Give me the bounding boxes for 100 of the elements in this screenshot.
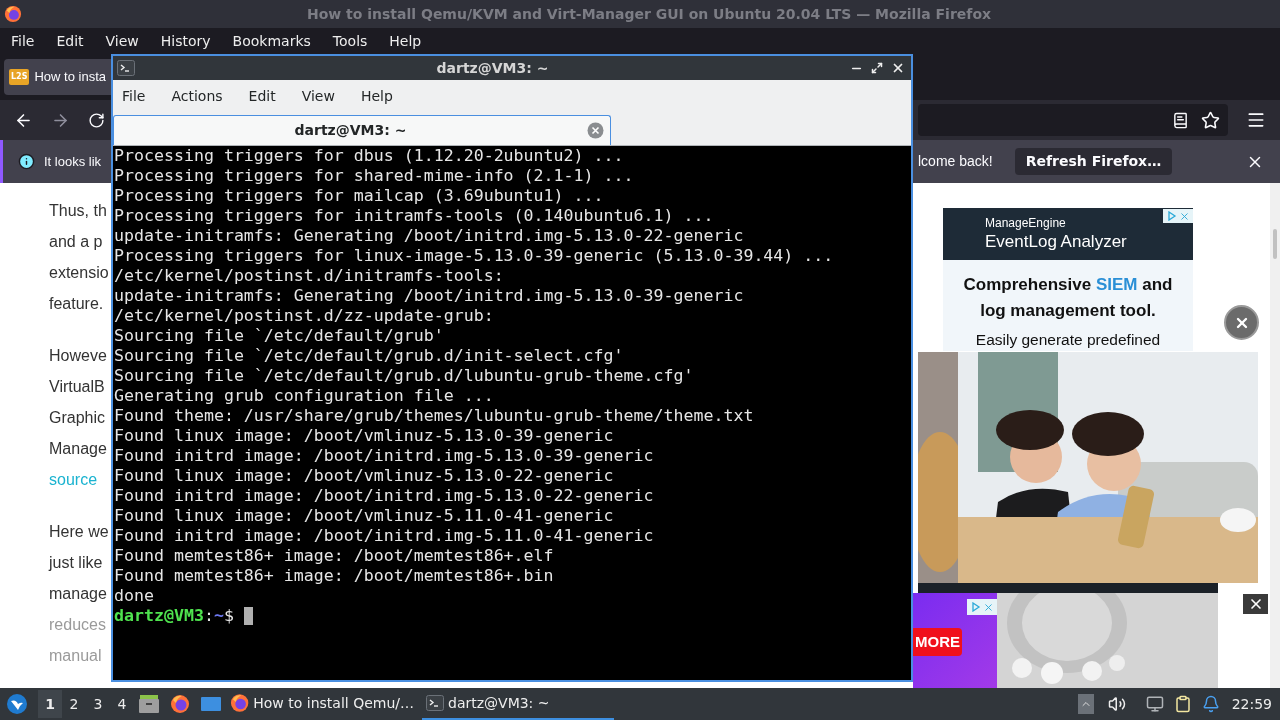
- refresh-firefox-button[interactable]: Refresh Firefox…: [1014, 148, 1173, 175]
- terminal-line: Processing triggers for dbus (1.12.20-2ubuntu2) ...: [114, 146, 625, 166]
- terminal-line: Found memtest86+ image: /boot/memtest86+.elf: [114, 546, 555, 566]
- ad-brand: ManageEngine: [985, 215, 1066, 232]
- article-text: and a p: [49, 232, 103, 252]
- reader-view-icon[interactable]: [1172, 111, 1189, 129]
- terminal-line: Found initrd image: /boot/initrd.img-5.13.0-22-generic: [114, 486, 655, 506]
- menu-item[interactable]: Bookmarks: [232, 30, 311, 52]
- start-menu-icon[interactable]: [6, 693, 28, 715]
- terminal-line: Processing triggers for initramfs-tools (0.140ubuntu6.1) ...: [114, 206, 715, 226]
- terminal-line: Processing triggers for linux-image-5.13.0-39-generic (5.13.0-39.44) ...: [114, 246, 835, 266]
- terminal-line: Processing triggers for shared-mime-info (2.1-1) ...: [114, 166, 635, 186]
- prompt-symbol: $: [223, 606, 234, 626]
- article-text: extensio: [49, 263, 109, 283]
- workspace-button[interactable]: 3: [86, 690, 110, 718]
- file-cabinet-icon[interactable]: [138, 694, 160, 714]
- terminal-line: Found memtest86+ image: /boot/memtest86+.bin: [114, 566, 555, 586]
- tray-expand-icon[interactable]: [1077, 694, 1094, 714]
- ad-product: EventLog Analyzer: [985, 232, 1127, 252]
- article-text: Graphic: [49, 408, 106, 428]
- terminal-line: Sourcing file `/etc/default/grub.d/lubuntu-grub-theme.cfg': [114, 366, 695, 386]
- terminal-icon: [117, 59, 135, 77]
- volume-icon[interactable]: [1107, 695, 1126, 713]
- article-text: Here we: [49, 522, 109, 542]
- prompt-user-host: dartz@VM3: [114, 606, 204, 626]
- clock[interactable]: 22:59: [1231, 693, 1272, 715]
- window-title: How to install Qemu/KVM and Virt-Manager GUI on Ubuntu 20.04 LTS — Mozilla Firefox: [305, 4, 993, 24]
- firefox-icon: [230, 693, 250, 713]
- terminal-line: /etc/kernel/postinst.d/initramfs-tools:: [114, 266, 505, 286]
- article-text: Howeve: [49, 346, 107, 366]
- reload-icon[interactable]: [88, 111, 105, 129]
- ad-headline: Comprehensive SIEM and: [963, 274, 1173, 296]
- firefox-icon: [170, 694, 190, 714]
- menu-item[interactable]: Actions: [171, 85, 223, 107]
- scrollbar[interactable]: [1270, 183, 1280, 688]
- menu-icon[interactable]: [1246, 110, 1266, 130]
- terminal-line: Generating grub configuration file ...: [114, 386, 495, 406]
- workspace-button[interactable]: 2: [62, 690, 86, 718]
- more-button[interactable]: MORE: [913, 628, 962, 656]
- terminal-line: Found linux image: /boot/vmlinuz-5.13.0-22-generic: [114, 466, 615, 486]
- ad-body: Easily generate predefined: [975, 330, 1161, 350]
- terminal-line: Sourcing file `/etc/default/grub.d/init-select.cfg': [114, 346, 625, 366]
- clipboard-icon[interactable]: [1173, 695, 1192, 713]
- workspace-button[interactable]: 1: [38, 690, 62, 718]
- menu-item[interactable]: Edit: [56, 30, 84, 52]
- workspace-button[interactable]: 4: [110, 690, 134, 718]
- tab-label: How to insta: [34, 68, 106, 87]
- terminal-line: /etc/kernel/postinst.d/zz-update-grub:: [114, 306, 495, 326]
- eventlog-ad[interactable]: ManageEngine EventLog Analyzer Comprehensive SIEM and log management tool. Easily generate predefined: [943, 208, 1193, 352]
- site-favicon: L2S: [9, 69, 30, 85]
- article-text: manual: [49, 646, 102, 666]
- terminal-line: Sourcing file `/etc/default/grub': [114, 326, 445, 346]
- text-cursor: [243, 607, 253, 625]
- article-text: feature.: [49, 294, 104, 314]
- menu-item[interactable]: History: [160, 30, 211, 52]
- terminal-line: Found linux image: /boot/vmlinuz-5.13.0-39-generic: [114, 426, 615, 446]
- ad-headline: log management tool.: [980, 300, 1156, 322]
- terminal-line: done: [114, 586, 155, 606]
- terminal-line: Found initrd image: /boot/initrd.img-5.11.0-41-generic: [114, 526, 655, 546]
- menu-item[interactable]: View: [105, 30, 139, 52]
- terminal-line: update-initramfs: Generating /boot/initrd.img-5.13.0-22-generic: [114, 226, 745, 246]
- scrollbar-thumb[interactable]: [1273, 229, 1277, 259]
- notification-icon[interactable]: [1201, 695, 1220, 713]
- menu-item[interactable]: Tools: [332, 30, 368, 52]
- terminal-line: update-initramfs: Generating /boot/initrd.img-5.13.0-39-generic: [114, 286, 745, 306]
- firefox-logo-icon: [4, 5, 22, 23]
- notification-text: lcome back!: [918, 152, 993, 171]
- maximize-icon[interactable]: [871, 62, 883, 74]
- taskbar-task[interactable]: How to install Qemu/…: [226, 688, 418, 720]
- terminal-icon: [426, 694, 444, 712]
- notification-text: It looks lik: [44, 152, 102, 171]
- close-icon[interactable]: [891, 61, 905, 75]
- close-banner-button[interactable]: [1243, 594, 1268, 614]
- terminal-line: Found linux image: /boot/vmlinuz-5.11.0-41-generic: [114, 506, 615, 526]
- terminal-line: Found initrd image: /boot/initrd.img-5.13.0-39-generic: [114, 446, 655, 466]
- url-bar[interactable]: [918, 104, 1228, 136]
- menu-item[interactable]: View: [301, 85, 335, 107]
- menu-item[interactable]: Help: [389, 30, 422, 52]
- close-tab-icon[interactable]: [587, 122, 604, 139]
- bookmark-star-icon[interactable]: [1201, 110, 1220, 130]
- article-text: manage: [49, 584, 107, 604]
- taskbar-task[interactable]: dartz@VM3: ~: [422, 688, 614, 720]
- terminal-line: Found theme: /usr/share/grub/themes/lubuntu-grub-theme/theme.txt: [114, 406, 755, 426]
- article-text: VirtualB: [49, 377, 105, 397]
- desktop-icon[interactable]: [200, 694, 222, 714]
- article-text: Manage: [49, 439, 107, 459]
- article-text: just like: [49, 553, 103, 573]
- article-text: Thus, th: [49, 201, 107, 221]
- info-icon: [18, 153, 35, 170]
- terminal-line: Processing triggers for mailcap (3.69ubuntu1) ...: [114, 186, 605, 206]
- menu-item[interactable]: File: [11, 30, 35, 52]
- menu-item[interactable]: Help: [360, 85, 393, 107]
- menu-item[interactable]: Edit: [248, 85, 276, 107]
- terminal-title: dartz@VM3: ~: [435, 58, 550, 78]
- browser-tab[interactable]: L2S How to insta: [4, 59, 111, 95]
- prompt-path: ~: [213, 606, 224, 626]
- prompt-separator: :: [203, 606, 214, 626]
- terminal-tab[interactable]: dartz@VM3: ~: [113, 115, 611, 145]
- menu-item[interactable]: File: [122, 85, 146, 107]
- article-text: reduces: [49, 615, 106, 635]
